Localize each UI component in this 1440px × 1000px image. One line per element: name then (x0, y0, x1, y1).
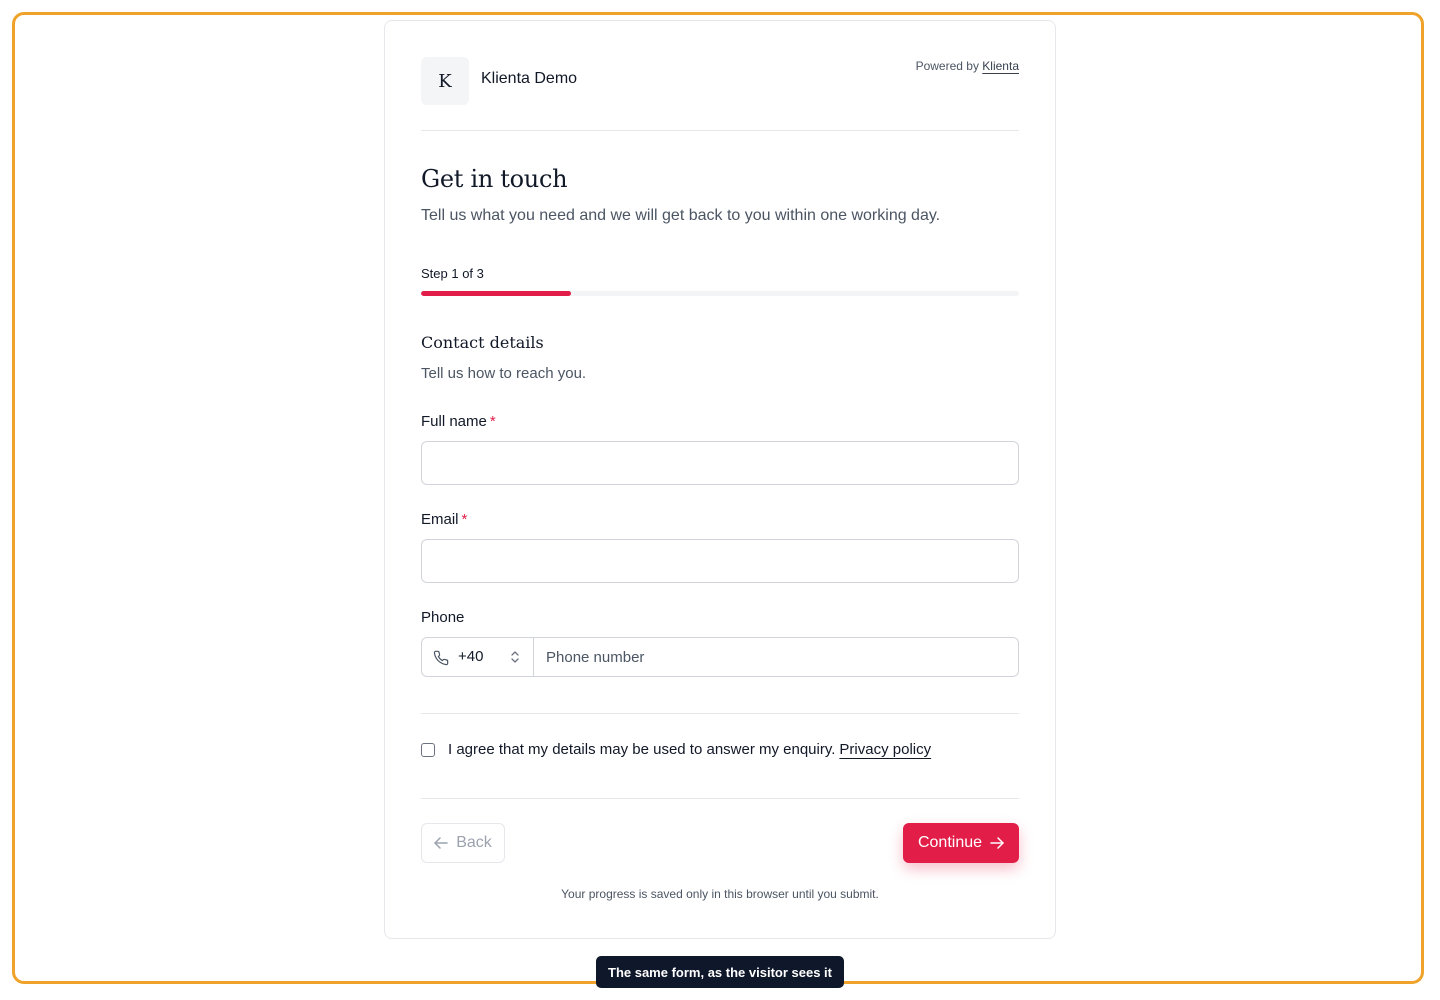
section-title: Contact details (421, 333, 544, 352)
step-indicator: Step 1 of 3 (421, 266, 484, 281)
country-code-select[interactable]: +40 (422, 638, 534, 676)
progress-saved-note: Your progress is saved only in this brow… (561, 887, 879, 901)
section-subtitle: Tell us how to reach you. (421, 365, 587, 382)
email-label: Email * (421, 511, 467, 528)
continue-button[interactable]: Continue (903, 823, 1019, 863)
page-title: Get in touch (421, 165, 568, 193)
brand-name: Klienta Demo (481, 70, 578, 87)
arrow-left-icon (434, 837, 448, 849)
back-button[interactable]: Back (421, 823, 505, 863)
country-code-value: +40 (458, 648, 484, 665)
phone-icon (433, 650, 449, 666)
progress-bar (421, 291, 1019, 296)
continue-button-label: Continue (917, 834, 983, 851)
consent-checkbox[interactable] (421, 742, 435, 757)
required-mark: * (489, 413, 496, 430)
email-label-text: Email (421, 511, 459, 528)
brand-logo: K (421, 57, 469, 105)
email-input[interactable] (421, 539, 1019, 583)
required-mark: * (461, 511, 468, 528)
consent-divider-bottom (421, 798, 1019, 799)
phone-field: +40 (421, 637, 1019, 677)
powered-by-link[interactable]: Klienta (982, 59, 1019, 73)
phone-label: Phone (421, 609, 465, 626)
brand-header: K Klienta Demo Powered by Klienta (421, 57, 1019, 105)
powered-by: Powered by Klienta (916, 59, 1019, 73)
privacy-policy-link[interactable]: Privacy policy (839, 741, 931, 758)
page-subtitle: Tell us what you need and we will get ba… (421, 207, 941, 224)
preview-caption: The same form, as the visitor sees it (596, 956, 844, 988)
consent-divider-top (421, 713, 1019, 714)
consent-text: I agree that my details may be used to a… (448, 741, 836, 758)
chevron-up-down-icon (511, 651, 519, 663)
powered-by-prefix: Powered by (915, 59, 979, 73)
full-name-label-text: Full name (421, 413, 487, 430)
arrow-right-icon (990, 837, 1004, 849)
header-divider (421, 130, 1019, 131)
full-name-label: Full name * (421, 413, 496, 430)
consent-row: I agree that my details may be used to a… (421, 741, 931, 758)
phone-number-input[interactable] (534, 638, 1018, 676)
form-card: K Klienta Demo Powered by Klienta Get in… (384, 20, 1056, 939)
back-button-label: Back (456, 834, 492, 851)
full-name-input[interactable] (421, 441, 1019, 485)
progress-bar-fill (421, 291, 571, 296)
